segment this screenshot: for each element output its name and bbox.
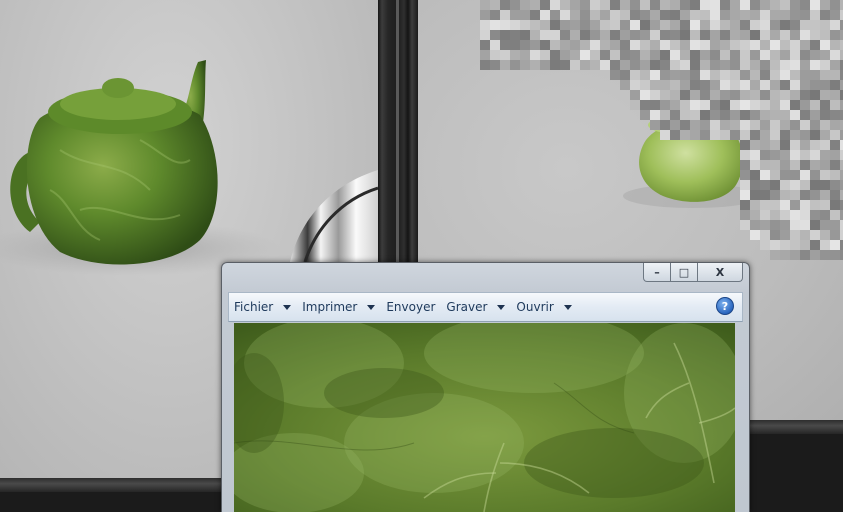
menu-fichier-label: Fichier bbox=[234, 300, 274, 314]
maximize-button[interactable]: □ bbox=[671, 263, 698, 282]
leaf-texture-image bbox=[234, 323, 735, 512]
menu-imprimer-label: Imprimer bbox=[302, 300, 358, 314]
minimize-button[interactable]: – bbox=[643, 263, 671, 282]
menu-imprimer[interactable]: Imprimer bbox=[297, 295, 381, 319]
window-caption-buttons: – □ X bbox=[643, 263, 743, 282]
menu-ouvrir-label: Ouvrir bbox=[516, 300, 554, 314]
menu-envoyer-label: Envoyer bbox=[386, 300, 436, 314]
close-button[interactable]: X bbox=[698, 263, 743, 282]
menu-envoyer[interactable]: Envoyer bbox=[381, 295, 441, 319]
viewport-bottom-bar bbox=[0, 478, 222, 492]
menu-fichier[interactable]: Fichier bbox=[229, 295, 297, 319]
render-pixel-artifact bbox=[480, 0, 843, 260]
leaf-texture-render bbox=[234, 323, 735, 512]
chevron-down-icon bbox=[563, 305, 572, 310]
menu-graver[interactable]: Graver bbox=[441, 295, 511, 319]
chevron-down-icon bbox=[283, 305, 292, 310]
chevron-down-icon bbox=[367, 305, 376, 310]
photo-viewer-window[interactable]: – □ X Fichier Imprimer Envoyer Graver Ou… bbox=[221, 262, 750, 512]
menu-ouvrir[interactable]: Ouvrir bbox=[511, 295, 577, 319]
viewport-bottom-bar-right bbox=[748, 420, 843, 434]
menu-graver-label: Graver bbox=[446, 300, 488, 314]
menu-bar: Fichier Imprimer Envoyer Graver Ouvrir ? bbox=[228, 292, 743, 322]
chevron-down-icon bbox=[497, 305, 506, 310]
help-icon[interactable]: ? bbox=[716, 297, 734, 315]
